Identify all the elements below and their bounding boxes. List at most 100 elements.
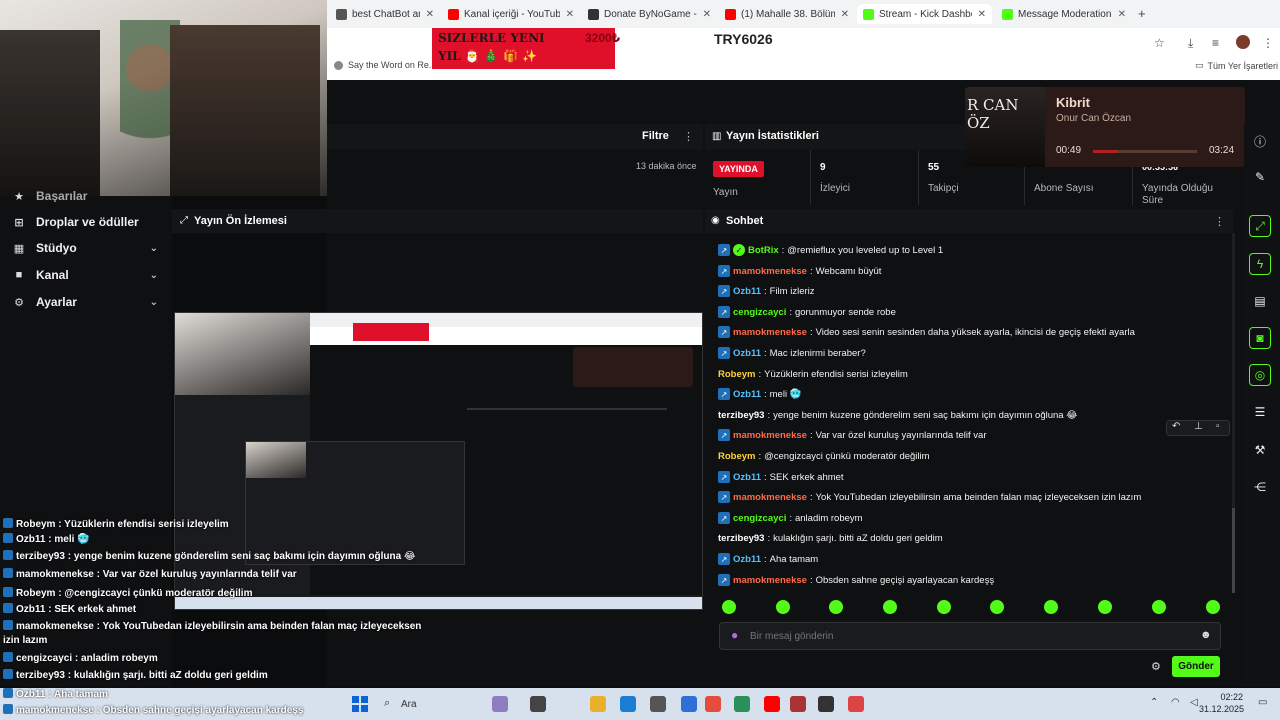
chat-message[interactable]: ↗ Ozb11: Film izleriz — [718, 282, 815, 300]
wrench-icon[interactable]: ⚒ — [1249, 439, 1271, 461]
chat-username[interactable]: cengizcayci — [733, 513, 786, 524]
edge-icon[interactable] — [620, 696, 636, 712]
new-tab-icon[interactable]: + — [1138, 6, 1146, 21]
chat-username[interactable]: Robeym — [718, 451, 755, 462]
chat-input[interactable] — [750, 627, 1190, 645]
file-explorer-icon[interactable] — [530, 696, 546, 712]
chat-message[interactable]: ↗ mamokmenekse: Var var özel kuruluş yayın… — [718, 426, 986, 444]
chat-username[interactable]: mamokmenekse — [733, 327, 807, 338]
chat-username[interactable]: BotRix — [748, 245, 779, 256]
chat-username[interactable]: cengizcayci — [733, 307, 786, 318]
delete-icon[interactable]: ▫ — [1216, 421, 1220, 432]
browser-tab[interactable]: Stream - Kick Dashbo ✕ — [857, 4, 992, 24]
pin-icon[interactable]: ⊥ — [1194, 421, 1203, 432]
nav-drops-rewards[interactable]: ⊞ Droplar ve ödüller — [0, 209, 172, 235]
browser-tab[interactable]: Message Moderation - K ✕ — [996, 4, 1132, 24]
chat-settings-icon[interactable]: ⚙ — [1151, 660, 1161, 673]
folder-icon[interactable] — [590, 696, 606, 712]
edit-icon[interactable]: ✎ — [1249, 166, 1271, 188]
profile-avatar[interactable] — [1236, 35, 1250, 49]
nav-partial-item[interactable]: ★ Başarılar — [0, 190, 172, 202]
chat-message[interactable]: ↗ cengizcayci: anladim robeym — [718, 509, 863, 527]
close-icon[interactable]: ✕ — [426, 9, 434, 20]
chrome-profile-icon[interactable] — [848, 696, 864, 712]
chat-message[interactable]: ↗ Ozb11: Aha tamam — [718, 550, 818, 568]
close-icon[interactable]: ✕ — [841, 9, 849, 20]
filter-title[interactable]: Filtre — [642, 130, 669, 142]
emoji-icon[interactable]: ☻ — [1200, 629, 1212, 641]
emote-icon[interactable] — [1152, 600, 1166, 614]
terminal-icon[interactable] — [650, 696, 666, 712]
chat-message[interactable]: ↗ mamokmenekse: Obsden sahne geçişi ayarla… — [718, 571, 994, 589]
notification-icon[interactable]: ▭ — [1258, 697, 1267, 708]
send-button[interactable]: Gönder — [1172, 656, 1220, 677]
lightning-icon[interactable]: ϟ — [1249, 253, 1271, 275]
nav-settings[interactable]: ⚙ Ayarlar ⌄ — [0, 289, 172, 315]
chat-username[interactable]: terzibey93 — [718, 410, 764, 421]
nav-studio[interactable]: ▦ Stüdyo ⌄ — [0, 235, 172, 261]
emote-icon[interactable] — [1206, 600, 1220, 614]
chat-username[interactable]: Ozb11 — [733, 389, 761, 400]
chat-message[interactable]: ↗ ✓ BotRix: @remieflux you leveled up to Le… — [718, 241, 943, 259]
chat-username[interactable]: Ozb11 — [733, 348, 761, 359]
chat-message[interactable]: ↗ mamokmenekse: Video sesi senin sesinden … — [718, 323, 1135, 341]
close-icon[interactable]: ✕ — [703, 9, 711, 20]
nav-channel[interactable]: ■ Kanal ⌄ — [0, 262, 172, 288]
media-icon[interactable] — [790, 696, 806, 712]
wifi-icon[interactable]: ◠ — [1171, 697, 1180, 708]
chat-message[interactable]: terzibey93: kulaklığın şarjı. bitti aZ do… — [718, 529, 943, 547]
browser-tab[interactable]: Donate ByNoGame - Gele ✕ — [582, 4, 717, 24]
emote-icon[interactable] — [937, 600, 951, 614]
emote-icon[interactable] — [990, 600, 1004, 614]
download-icon[interactable]: ⤓ — [1188, 36, 1193, 51]
broadcast-icon[interactable]: ◎ — [1249, 364, 1271, 386]
list-icon[interactable]: ☰ — [1249, 401, 1271, 423]
close-icon[interactable]: ✕ — [1118, 9, 1126, 20]
chat-username[interactable]: Ozb11 — [733, 554, 761, 565]
chat-message[interactable]: terzibey93: yenge benim kuzene gönderelim… — [718, 406, 1077, 424]
clock-time[interactable]: 02:22 — [1219, 692, 1243, 702]
chat-username[interactable]: Ozb11 — [733, 286, 761, 297]
chat-username[interactable]: mamokmenekse — [733, 492, 807, 503]
share-icon[interactable]: ⋲ — [1249, 476, 1271, 498]
chat-username[interactable]: mamokmenekse — [733, 430, 807, 441]
chat-message[interactable]: Robeym: @cengizcayci çünkü moderatör deği… — [718, 447, 930, 465]
chat-username[interactable]: terzibey93 — [718, 533, 764, 544]
mail-icon[interactable] — [681, 696, 697, 712]
chat-message[interactable]: ↗ cengizcayci: gorunmuyor sende robe — [718, 303, 896, 321]
clock-date[interactable]: 31.12.2025 — [1196, 704, 1244, 714]
obs-icon[interactable] — [818, 696, 834, 712]
widgets-icon[interactable] — [492, 696, 508, 712]
document-icon[interactable]: ▤ — [1249, 290, 1271, 312]
expand-icon[interactable]: ⤢ — [1249, 215, 1271, 237]
menu-icon[interactable]: ⋮ — [1262, 36, 1274, 50]
filter-menu-icon[interactable]: ⋮ — [683, 130, 694, 143]
app-icon[interactable] — [734, 696, 750, 712]
close-icon[interactable]: ✕ — [978, 9, 986, 20]
chat-scrollbar-thumb[interactable] — [1232, 508, 1235, 593]
chat-menu-icon[interactable]: ⋮ — [1214, 215, 1225, 228]
chat-username[interactable]: Robeym — [718, 369, 755, 380]
emote-icon[interactable] — [776, 600, 790, 614]
reply-icon[interactable]: ↶ — [1172, 421, 1180, 432]
close-icon[interactable]: ✕ — [566, 9, 574, 20]
tray-chevron-icon[interactable]: ⌃ — [1150, 697, 1158, 708]
chat-username[interactable]: mamokmenekse — [733, 575, 807, 586]
chat-username[interactable]: mamokmenekse — [733, 266, 807, 277]
chat-message[interactable]: Robeym: Yüzüklerin efendisi serisi izleye… — [718, 365, 908, 383]
browser-tab[interactable]: best ChatBot and W ✕ — [330, 4, 440, 24]
chrome-icon[interactable] — [705, 696, 721, 712]
microphone-icon[interactable]: ● — [731, 628, 738, 642]
playlist-icon[interactable]: ≡ — [1212, 36, 1219, 50]
emote-icon[interactable] — [1044, 600, 1058, 614]
chat-scrollbar-track[interactable] — [1232, 233, 1235, 593]
chat-message[interactable]: ↗ mamokmenekse: Webcamı büyüt — [718, 262, 881, 280]
emote-icon[interactable] — [722, 600, 736, 614]
chat-username[interactable]: Ozb11 — [733, 472, 761, 483]
star-icon[interactable]: ☆ — [1154, 36, 1165, 50]
search-icon[interactable]: ⌕ — [384, 697, 390, 710]
windows-start-icon[interactable] — [352, 696, 368, 712]
chat-bubble-icon[interactable]: ◙ — [1249, 327, 1271, 349]
bookmark-item[interactable]: Say the Word on Re... — [334, 60, 436, 70]
info-icon[interactable]: ⓘ — [1249, 130, 1271, 152]
